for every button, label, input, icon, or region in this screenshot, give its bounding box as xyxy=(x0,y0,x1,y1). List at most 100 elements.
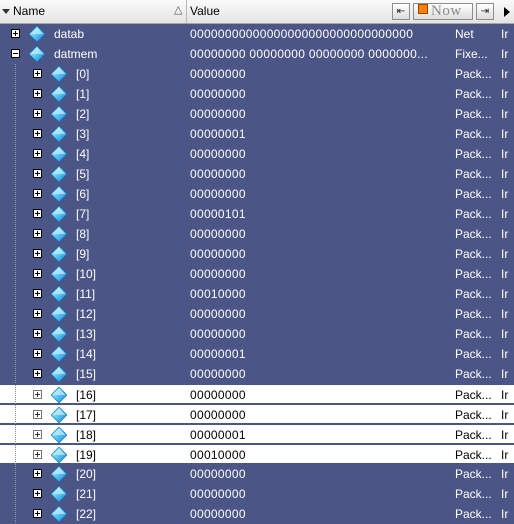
signal-kind: Pack... xyxy=(455,307,492,321)
signal-value: 00000000 xyxy=(190,247,246,261)
tree-connector-line xyxy=(15,84,16,104)
expand-icon[interactable] xyxy=(33,269,42,278)
signal-diamond-icon xyxy=(51,486,67,502)
signal-value: 00000000 xyxy=(190,487,246,501)
expand-icon[interactable] xyxy=(33,369,42,378)
name-column-header[interactable]: Name △ xyxy=(0,0,187,23)
signal-kind: Pack... xyxy=(455,87,492,101)
expand-icon[interactable] xyxy=(33,489,42,498)
signal-row[interactable]: datmem 00000000 00000000 00000000 0000000… xyxy=(0,44,514,64)
signal-diamond-icon xyxy=(51,226,67,242)
value-column-header[interactable]: Value xyxy=(187,0,387,23)
value-column-label: Value xyxy=(190,4,220,18)
signal-row[interactable]: [6] 00000000 Pack... Ir xyxy=(0,184,514,204)
signal-diamond-icon xyxy=(51,186,67,202)
signal-name: [16] xyxy=(76,388,97,402)
expand-icon[interactable] xyxy=(33,129,42,138)
signal-kind: Pack... xyxy=(455,347,492,361)
go-to-start-icon: ⇤ xyxy=(396,6,406,17)
expand-icon[interactable] xyxy=(11,29,20,38)
expand-icon[interactable] xyxy=(33,289,42,298)
tree-connector-line xyxy=(15,204,16,224)
expand-icon[interactable] xyxy=(33,189,42,198)
signal-kind: Pack... xyxy=(455,147,492,161)
signal-row[interactable]: [9] 00000000 Pack... Ir xyxy=(0,244,514,264)
expand-icon[interactable] xyxy=(33,469,42,478)
signal-row[interactable]: [13] 00000000 Pack... Ir xyxy=(0,324,514,344)
expand-icon[interactable] xyxy=(33,169,42,178)
expand-icon[interactable] xyxy=(33,89,42,98)
expand-icon[interactable] xyxy=(33,109,42,118)
sort-ascending-icon[interactable]: △ xyxy=(174,5,184,16)
signal-mode: Ir xyxy=(501,307,509,321)
signal-row[interactable]: [3] 00000001 Pack... Ir xyxy=(0,124,514,144)
expand-icon[interactable] xyxy=(33,410,42,419)
signal-row[interactable]: [18] 00000001 Pack... Ir xyxy=(0,424,514,445)
signal-row[interactable]: [16] 00000000 Pack... Ir xyxy=(0,384,514,405)
signal-value: 00000000 xyxy=(190,267,246,281)
signal-value: 00000000 xyxy=(190,327,246,341)
signal-diamond-icon xyxy=(51,346,67,362)
now-marker-icon xyxy=(418,4,428,14)
signal-row[interactable]: [22] 00000000 Pack... Ir xyxy=(0,504,514,524)
expand-icon[interactable] xyxy=(33,149,42,158)
signal-row[interactable]: datab 00000000000000000000000000000000 Net… xyxy=(0,24,514,44)
signal-row[interactable]: [15] 00000000 Pack... Ir xyxy=(0,364,514,384)
tree-connector-line xyxy=(15,284,16,304)
signal-row[interactable]: [17] 00000000 Pack... Ir xyxy=(0,404,514,425)
go-to-start-button[interactable]: ⇤ xyxy=(392,3,410,20)
now-button[interactable]: Now xyxy=(413,3,473,20)
expand-icon[interactable] xyxy=(33,450,42,459)
signal-row[interactable]: [4] 00000000 Pack... Ir xyxy=(0,144,514,164)
tree-connector-line xyxy=(15,484,16,504)
expand-icon[interactable] xyxy=(33,209,42,218)
signal-row[interactable]: [1] 00000000 Pack... Ir xyxy=(0,84,514,104)
signal-row[interactable]: [11] 00010000 Pack... Ir xyxy=(0,284,514,304)
expand-icon[interactable] xyxy=(33,309,42,318)
signal-diamond-icon xyxy=(51,106,67,122)
signal-row[interactable]: [10] 00000000 Pack... Ir xyxy=(0,264,514,284)
expand-icon[interactable] xyxy=(33,349,42,358)
signal-diamond-icon xyxy=(51,366,67,382)
collapse-icon[interactable] xyxy=(11,49,20,58)
signal-name: [7] xyxy=(76,207,90,221)
tree-connector-line xyxy=(15,405,16,425)
expand-icon[interactable] xyxy=(33,249,42,258)
signal-diamond-icon xyxy=(51,66,67,82)
signal-row[interactable]: [7] 00000101 Pack... Ir xyxy=(0,204,514,224)
tree-connector-line xyxy=(15,164,16,184)
go-to-end-icon: ⇥ xyxy=(480,6,490,17)
signal-mode: Ir xyxy=(501,388,509,402)
go-to-end-button[interactable]: ⇥ xyxy=(476,3,494,20)
expand-icon[interactable] xyxy=(33,229,42,238)
signal-mode: Ir xyxy=(501,327,509,341)
scroll-right-arrow-icon[interactable] xyxy=(504,7,510,17)
signal-mode: Ir xyxy=(501,87,509,101)
expand-icon[interactable] xyxy=(33,430,42,439)
signal-row[interactable]: [21] 00000000 Pack... Ir xyxy=(0,484,514,504)
signal-row[interactable]: [2] 00000000 Pack... Ir xyxy=(0,104,514,124)
signal-row[interactable]: [5] 00000000 Pack... Ir xyxy=(0,164,514,184)
signal-row[interactable]: [0] 00000000 Pack... Ir xyxy=(0,64,514,84)
expand-icon[interactable] xyxy=(33,69,42,78)
signal-row[interactable]: [19] 00010000 Pack... Ir xyxy=(0,444,514,465)
signal-name: [18] xyxy=(76,428,97,442)
signal-row[interactable]: [14] 00000001 Pack... Ir xyxy=(0,344,514,364)
tree-connector-line xyxy=(15,304,16,324)
signal-mode: Ir xyxy=(501,467,509,481)
signal-name: [22] xyxy=(76,507,97,521)
tree-connector-line xyxy=(15,144,16,164)
signal-name: [1] xyxy=(76,87,90,101)
expand-icon[interactable] xyxy=(33,509,42,518)
column-menu-arrow-icon[interactable] xyxy=(2,9,10,14)
signal-value: 00000001 xyxy=(190,347,246,361)
signal-row[interactable]: [12] 00000000 Pack... Ir xyxy=(0,304,514,324)
signal-row[interactable]: [8] 00000000 Pack... Ir xyxy=(0,224,514,244)
expand-icon[interactable] xyxy=(33,329,42,338)
signal-diamond-icon xyxy=(51,447,67,463)
expand-icon[interactable] xyxy=(33,390,42,399)
signal-row[interactable]: [20] 00000000 Pack... Ir xyxy=(0,464,514,484)
signal-value: 00000001 xyxy=(190,127,246,141)
signal-mode: Ir xyxy=(501,247,509,261)
signal-value: 00000000 xyxy=(190,367,246,381)
